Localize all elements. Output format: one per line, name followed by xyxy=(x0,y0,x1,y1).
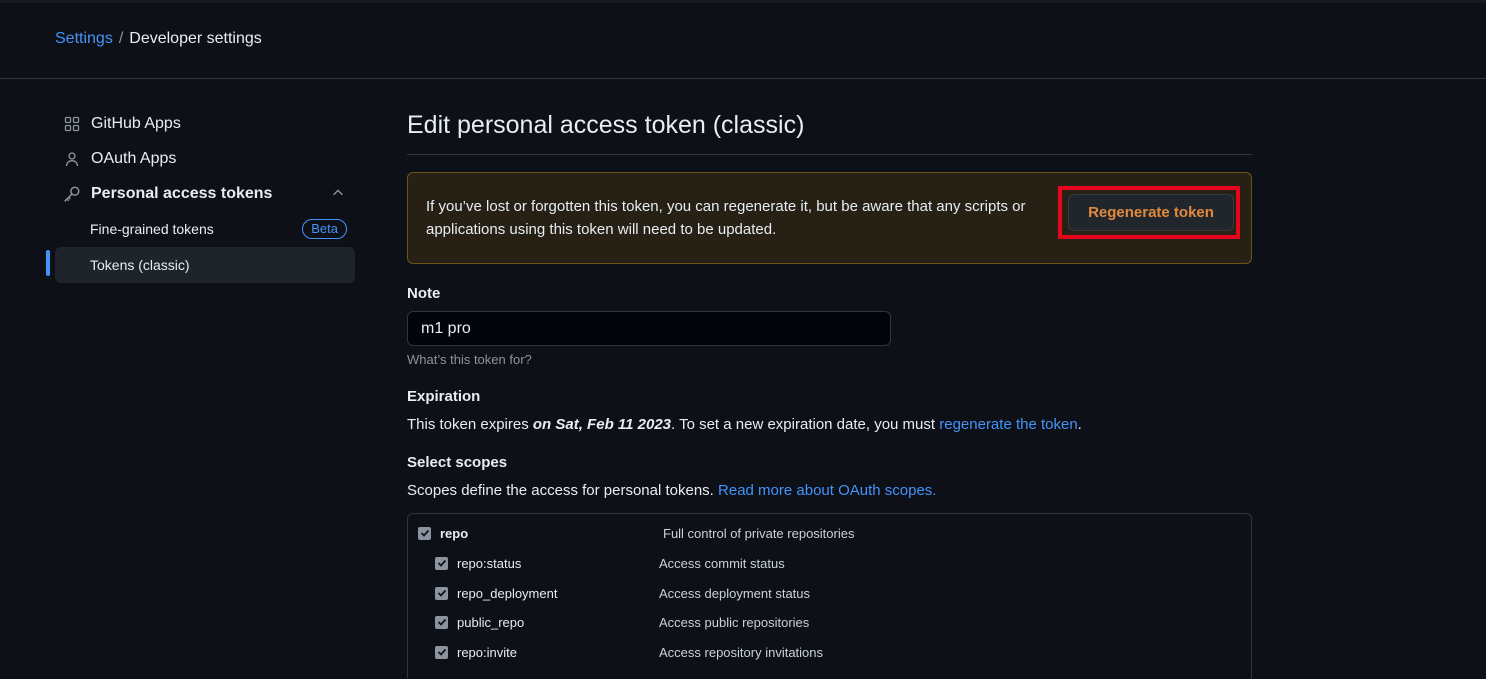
scope-row-public-repo: public_repo Access public repositories xyxy=(408,607,1251,637)
active-indicator xyxy=(46,250,50,276)
breadcrumb: Settings / Developer settings xyxy=(55,30,262,48)
expiration-text: This token expires on Sat, Feb 11 2023. … xyxy=(407,416,1252,433)
expiration-prefix: This token expires xyxy=(407,416,533,433)
scope-description: Access repository invitations xyxy=(659,644,824,660)
expiration-suffix: . xyxy=(1077,416,1082,433)
note-input[interactable] xyxy=(407,311,891,346)
sidebar-item-label: OAuth Apps xyxy=(91,149,177,167)
regenerate-token-link[interactable]: regenerate the token xyxy=(939,416,1077,433)
scope-description: Access public repositories xyxy=(659,614,810,630)
scope-checkbox[interactable] xyxy=(435,556,448,570)
page-title: Edit personal access token (classic) xyxy=(407,111,805,139)
expiration-label: Expiration xyxy=(407,388,481,405)
apps-grid-icon xyxy=(63,115,81,133)
sidebar-subitem-tokens-classic[interactable]: Tokens (classic) xyxy=(55,247,355,283)
sidebar-item-label: GitHub Apps xyxy=(91,114,181,132)
expiration-date: on Sat, Feb 11 2023 xyxy=(532,416,672,433)
regenerate-warning-flash: If you’ve lost or forgotten this token, … xyxy=(407,172,1252,264)
scope-description: Full control of private repositories xyxy=(663,525,855,541)
oauth-scopes-link[interactable]: Read more about OAuth scopes. xyxy=(718,482,936,499)
sidebar-item-label: Personal access tokens xyxy=(91,184,273,202)
scope-name: repo:status xyxy=(457,555,522,571)
scopes-text: Scopes define the access for personal to… xyxy=(407,482,719,499)
scope-row-repo-status: repo:status Access commit status xyxy=(408,548,1251,578)
sidebar-subitem-fine-grained-tokens[interactable]: Fine-grained tokens Beta xyxy=(55,211,355,247)
scope-description: Access commit status xyxy=(659,555,785,571)
scopes-label: Select scopes xyxy=(407,454,508,471)
breadcrumb-settings-link[interactable]: Settings xyxy=(55,30,113,48)
sidebar-item-github-apps[interactable]: GitHub Apps xyxy=(55,106,355,141)
breadcrumb-separator: / xyxy=(118,30,124,47)
key-icon xyxy=(63,185,81,203)
person-icon xyxy=(63,150,81,168)
title-divider xyxy=(407,154,1252,155)
main-content: Edit personal access token (classic) If … xyxy=(407,106,1252,679)
regenerate-token-button[interactable]: Regenerate token xyxy=(1068,194,1234,231)
scope-description: Access deployment status xyxy=(659,585,811,601)
top-border xyxy=(0,0,1486,3)
scope-checkbox[interactable] xyxy=(435,586,448,600)
scope-checkbox[interactable] xyxy=(435,645,448,659)
scope-checkbox[interactable] xyxy=(435,615,448,629)
note-hint: What’s this token for? xyxy=(407,352,532,367)
beta-badge: Beta xyxy=(302,219,347,239)
scope-name: repo_deployment xyxy=(457,585,558,601)
scope-name: public_repo xyxy=(457,614,525,630)
scope-name: repo:invite xyxy=(457,644,517,660)
sidebar-item-personal-access-tokens[interactable]: Personal access tokens xyxy=(55,176,355,211)
chevron-up-icon[interactable] xyxy=(331,186,345,205)
sidebar-subitem-label: Tokens (classic) xyxy=(90,257,190,273)
scopes-description: Scopes define the access for personal to… xyxy=(407,482,1252,499)
sidebar-subitem-label: Fine-grained tokens xyxy=(90,221,214,237)
scope-row-repo-invite: repo:invite Access repository invitation… xyxy=(408,637,1251,667)
scope-row-repo: repo Full control of private repositorie… xyxy=(408,518,1251,548)
sidebar: GitHub Apps OAuth Apps Personal access t… xyxy=(55,106,355,283)
breadcrumb-current: Developer settings xyxy=(129,30,262,47)
scopes-list: repo Full control of private repositorie… xyxy=(407,513,1252,679)
flash-message: If you’ve lost or forgotten this token, … xyxy=(426,198,1026,238)
header-divider xyxy=(0,78,1486,79)
expiration-middle: . To set a new expiration date, you must xyxy=(671,416,940,433)
note-label: Note xyxy=(407,285,441,302)
sidebar-item-oauth-apps[interactable]: OAuth Apps xyxy=(55,141,355,176)
scope-checkbox[interactable] xyxy=(418,526,431,540)
scope-row-repo-deployment: repo_deployment Access deployment status xyxy=(408,578,1251,608)
scope-name: repo xyxy=(440,525,469,541)
